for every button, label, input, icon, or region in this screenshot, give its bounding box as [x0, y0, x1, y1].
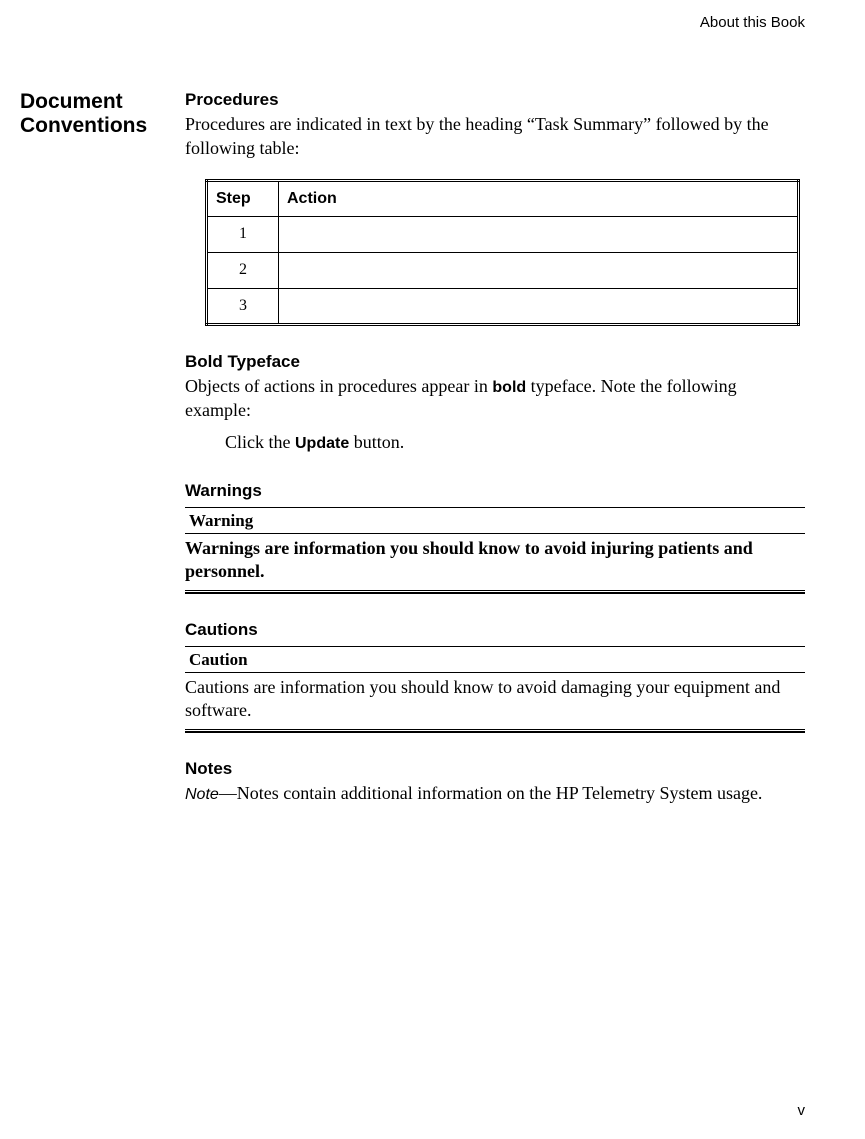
example-pre: Click the — [225, 432, 295, 452]
step-cell: 2 — [207, 252, 279, 288]
col-step-header: Step — [207, 180, 279, 216]
page-number: v — [798, 1102, 806, 1119]
divider-thick — [185, 731, 805, 733]
main-column: Procedures Procedures are indicated in t… — [185, 90, 805, 805]
table-row: 3 — [207, 288, 799, 324]
caution-body: Cautions are information you should know… — [185, 673, 805, 729]
divider — [185, 590, 805, 591]
example-bold: Update — [295, 435, 349, 452]
caution-label: Caution — [185, 647, 805, 672]
notes-heading: Notes — [185, 759, 805, 779]
procedures-heading: Procedures — [185, 90, 805, 110]
step-action-table: Step Action 1 2 3 — [205, 179, 800, 326]
warning-body: Warnings are information you should know… — [185, 534, 805, 590]
action-cell — [279, 216, 799, 252]
warning-label: Warning — [185, 508, 805, 533]
action-cell — [279, 288, 799, 324]
bold-body-bold: bold — [492, 379, 526, 396]
section-title: Document Conventions — [20, 90, 185, 805]
bold-typeface-body: Objects of actions in procedures appear … — [185, 374, 805, 423]
cautions-heading: Cautions — [185, 620, 805, 640]
bold-typeface-example: Click the Update button. — [225, 430, 805, 455]
table-row: 1 — [207, 216, 799, 252]
step-cell: 1 — [207, 216, 279, 252]
page-content: Document Conventions Procedures Procedur… — [20, 90, 805, 805]
bold-body-pre: Objects of actions in procedures appear … — [185, 376, 492, 396]
note-text: Notes contain additional information on … — [237, 783, 763, 803]
example-post: button. — [349, 432, 404, 452]
action-cell — [279, 252, 799, 288]
section-title-line2: Conventions — [20, 114, 185, 138]
notes-body: Note—Notes contain additional informatio… — [185, 781, 805, 806]
note-dash: — — [219, 783, 237, 803]
warnings-heading: Warnings — [185, 481, 805, 501]
col-action-header: Action — [279, 180, 799, 216]
header-label: About this Book — [700, 14, 805, 31]
table-header-row: Step Action — [207, 180, 799, 216]
section-title-line1: Document — [20, 90, 185, 114]
divider — [185, 729, 805, 730]
table-row: 2 — [207, 252, 799, 288]
step-cell: 3 — [207, 288, 279, 324]
bold-typeface-heading: Bold Typeface — [185, 352, 805, 372]
procedures-body: Procedures are indicated in text by the … — [185, 112, 805, 161]
note-label: Note — [185, 786, 219, 803]
divider-thick — [185, 592, 805, 594]
